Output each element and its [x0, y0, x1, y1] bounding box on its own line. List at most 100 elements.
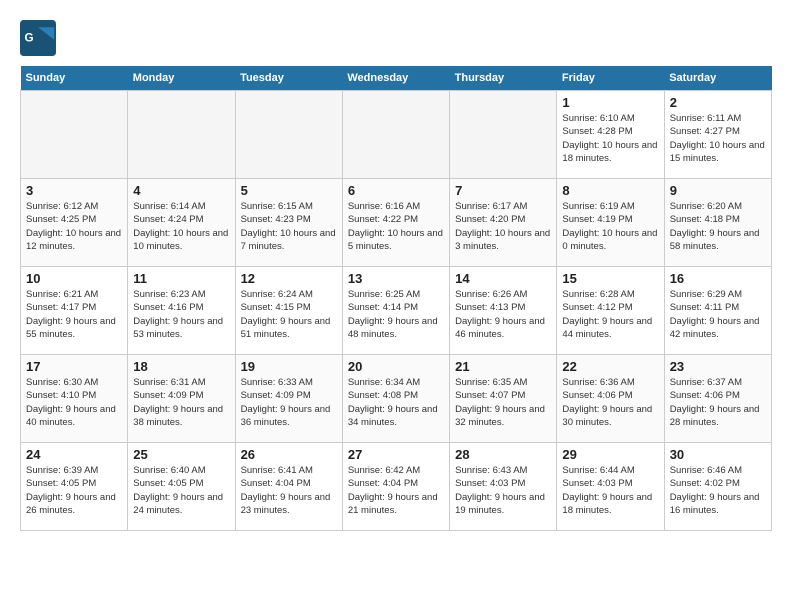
- day-info: Sunrise: 6:30 AMSunset: 4:10 PMDaylight:…: [26, 376, 122, 429]
- day-number: 17: [26, 359, 122, 374]
- day-info: Sunrise: 6:42 AMSunset: 4:04 PMDaylight:…: [348, 464, 444, 517]
- day-number: 4: [133, 183, 229, 198]
- day-number: 19: [241, 359, 337, 374]
- day-number: 14: [455, 271, 551, 286]
- day-number: 24: [26, 447, 122, 462]
- day-number: 30: [670, 447, 766, 462]
- day-number: 18: [133, 359, 229, 374]
- day-info: Sunrise: 6:39 AMSunset: 4:05 PMDaylight:…: [26, 464, 122, 517]
- calendar-cell: [450, 91, 557, 179]
- logo: G: [20, 20, 62, 56]
- day-number: 3: [26, 183, 122, 198]
- calendar-cell: 16Sunrise: 6:29 AMSunset: 4:11 PMDayligh…: [664, 267, 771, 355]
- day-info: Sunrise: 6:19 AMSunset: 4:19 PMDaylight:…: [562, 200, 658, 253]
- calendar-cell: 14 Sunrise: 6:26 AMSunset: 4:13 PMDayligh…: [450, 267, 557, 355]
- day-number: 27: [348, 447, 444, 462]
- day-info: Sunrise: 6:46 AMSunset: 4:02 PMDaylight:…: [670, 464, 766, 517]
- day-info: Sunrise: 6:41 AMSunset: 4:04 PMDaylight:…: [241, 464, 337, 517]
- calendar-table: SundayMondayTuesdayWednesdayThursdayFrid…: [20, 66, 772, 531]
- calendar-cell: 22 Sunrise: 6:36 AMSunset: 4:06 PMDayligh…: [557, 355, 664, 443]
- day-number: 16: [670, 271, 766, 286]
- day-info: Sunrise: 6:34 AMSunset: 4:08 PMDaylight:…: [348, 376, 444, 429]
- calendar-cell: 20 Sunrise: 6:34 AMSunset: 4:08 PMDayligh…: [342, 355, 449, 443]
- day-number: 5: [241, 183, 337, 198]
- logo-icon: G: [20, 20, 56, 56]
- day-number: 1: [562, 95, 658, 110]
- calendar-cell: [342, 91, 449, 179]
- calendar-cell: [128, 91, 235, 179]
- calendar-cell: 30 Sunrise: 6:46 AMSunset: 4:02 PMDayligh…: [664, 443, 771, 531]
- calendar-cell: 29 Sunrise: 6:44 AMSunset: 4:03 PMDayligh…: [557, 443, 664, 531]
- day-info: Sunrise: 6:23 AMSunset: 4:16 PMDaylight:…: [133, 288, 229, 341]
- calendar-cell: 23Sunrise: 6:37 AMSunset: 4:06 PMDayligh…: [664, 355, 771, 443]
- calendar-cell: 2 Sunrise: 6:11 AMSunset: 4:27 PMDaylight…: [664, 91, 771, 179]
- day-number: 13: [348, 271, 444, 286]
- day-number: 9: [670, 183, 766, 198]
- calendar-cell: 6Sunrise: 6:16 AMSunset: 4:22 PMDaylight…: [342, 179, 449, 267]
- day-info: Sunrise: 6:20 AMSunset: 4:18 PMDaylight:…: [670, 200, 766, 253]
- calendar-cell: 7 Sunrise: 6:17 AMSunset: 4:20 PMDaylight…: [450, 179, 557, 267]
- day-info: Sunrise: 6:31 AMSunset: 4:09 PMDaylight:…: [133, 376, 229, 429]
- day-info: Sunrise: 6:43 AMSunset: 4:03 PMDaylight:…: [455, 464, 551, 517]
- weekday-header-saturday: Saturday: [664, 66, 771, 91]
- day-info: Sunrise: 6:15 AMSunset: 4:23 PMDaylight:…: [241, 200, 337, 253]
- day-info: Sunrise: 6:40 AMSunset: 4:05 PMDaylight:…: [133, 464, 229, 517]
- day-number: 20: [348, 359, 444, 374]
- day-number: 12: [241, 271, 337, 286]
- calendar-cell: 5 Sunrise: 6:15 AMSunset: 4:23 PMDaylight…: [235, 179, 342, 267]
- day-number: 25: [133, 447, 229, 462]
- calendar-cell: 26 Sunrise: 6:41 AMSunset: 4:04 PMDayligh…: [235, 443, 342, 531]
- day-number: 29: [562, 447, 658, 462]
- weekday-header-monday: Monday: [128, 66, 235, 91]
- calendar-cell: 13 Sunrise: 6:25 AMSunset: 4:14 PMDayligh…: [342, 267, 449, 355]
- calendar-cell: 12 Sunrise: 6:24 AMSunset: 4:15 PMDayligh…: [235, 267, 342, 355]
- day-info: Sunrise: 6:44 AMSunset: 4:03 PMDaylight:…: [562, 464, 658, 517]
- day-number: 15: [562, 271, 658, 286]
- day-number: 6: [348, 183, 444, 198]
- calendar-cell: 1Sunrise: 6:10 AMSunset: 4:28 PMDaylight…: [557, 91, 664, 179]
- page-header: G: [20, 20, 772, 56]
- day-info: Sunrise: 6:35 AMSunset: 4:07 PMDaylight:…: [455, 376, 551, 429]
- calendar-cell: 10 Sunrise: 6:21 AMSunset: 4:17 PMDayligh…: [21, 267, 128, 355]
- day-number: 7: [455, 183, 551, 198]
- calendar-cell: 24 Sunrise: 6:39 AMSunset: 4:05 PMDayligh…: [21, 443, 128, 531]
- calendar-cell: 28 Sunrise: 6:43 AMSunset: 4:03 PMDayligh…: [450, 443, 557, 531]
- day-number: 21: [455, 359, 551, 374]
- calendar-cell: 19 Sunrise: 6:33 AMSunset: 4:09 PMDayligh…: [235, 355, 342, 443]
- day-info: Sunrise: 6:25 AMSunset: 4:14 PMDaylight:…: [348, 288, 444, 341]
- day-info: Sunrise: 6:14 AMSunset: 4:24 PMDaylight:…: [133, 200, 229, 253]
- calendar-cell: 21 Sunrise: 6:35 AMSunset: 4:07 PMDayligh…: [450, 355, 557, 443]
- day-number: 26: [241, 447, 337, 462]
- calendar-cell: 8 Sunrise: 6:19 AMSunset: 4:19 PMDaylight…: [557, 179, 664, 267]
- day-info: Sunrise: 6:21 AMSunset: 4:17 PMDaylight:…: [26, 288, 122, 341]
- weekday-header-tuesday: Tuesday: [235, 66, 342, 91]
- day-info: Sunrise: 6:12 AMSunset: 4:25 PMDaylight:…: [26, 200, 122, 253]
- calendar-header: SundayMondayTuesdayWednesdayThursdayFrid…: [21, 66, 772, 91]
- day-number: 23: [670, 359, 766, 374]
- day-number: 11: [133, 271, 229, 286]
- calendar-cell: 4 Sunrise: 6:14 AMSunset: 4:24 PMDaylight…: [128, 179, 235, 267]
- weekday-header-sunday: Sunday: [21, 66, 128, 91]
- weekday-header-wednesday: Wednesday: [342, 66, 449, 91]
- day-number: 8: [562, 183, 658, 198]
- day-info: Sunrise: 6:24 AMSunset: 4:15 PMDaylight:…: [241, 288, 337, 341]
- calendar-cell: [21, 91, 128, 179]
- day-info: Sunrise: 6:28 AMSunset: 4:12 PMDaylight:…: [562, 288, 658, 341]
- day-number: 28: [455, 447, 551, 462]
- weekday-header-friday: Friday: [557, 66, 664, 91]
- svg-text:G: G: [25, 32, 34, 45]
- calendar-cell: 9 Sunrise: 6:20 AMSunset: 4:18 PMDaylight…: [664, 179, 771, 267]
- weekday-header-thursday: Thursday: [450, 66, 557, 91]
- day-number: 10: [26, 271, 122, 286]
- calendar-cell: 27 Sunrise: 6:42 AMSunset: 4:04 PMDayligh…: [342, 443, 449, 531]
- day-number: 2: [670, 95, 766, 110]
- day-info: Sunrise: 6:33 AMSunset: 4:09 PMDaylight:…: [241, 376, 337, 429]
- calendar-cell: 11 Sunrise: 6:23 AMSunset: 4:16 PMDayligh…: [128, 267, 235, 355]
- day-info: Sunrise: 6:36 AMSunset: 4:06 PMDaylight:…: [562, 376, 658, 429]
- day-info: Sunrise: 6:26 AMSunset: 4:13 PMDaylight:…: [455, 288, 551, 341]
- calendar-cell: 17 Sunrise: 6:30 AMSunset: 4:10 PMDayligh…: [21, 355, 128, 443]
- day-number: 22: [562, 359, 658, 374]
- calendar-cell: [235, 91, 342, 179]
- day-info: Sunrise: 6:11 AMSunset: 4:27 PMDaylight:…: [670, 112, 766, 165]
- day-info: Sunrise: 6:17 AMSunset: 4:20 PMDaylight:…: [455, 200, 551, 253]
